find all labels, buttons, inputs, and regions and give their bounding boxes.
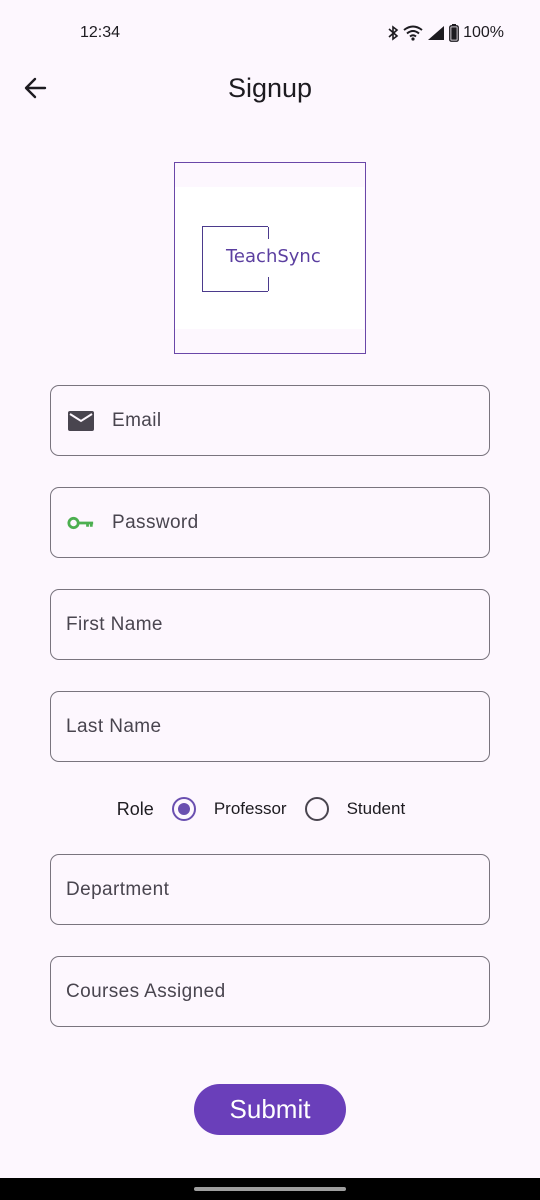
- department-field[interactable]: Department: [50, 854, 490, 925]
- battery-percent: 100%: [463, 24, 504, 41]
- password-field[interactable]: Password: [50, 487, 490, 558]
- wifi-icon: [403, 25, 423, 41]
- last-name-label: Last Name: [66, 715, 162, 737]
- page-title: Signup: [227, 73, 313, 103]
- app-logo: TeachSync: [174, 162, 366, 354]
- courses-assigned-field[interactable]: Courses Assigned: [50, 956, 490, 1027]
- logo-text: TeachSync: [226, 246, 321, 267]
- home-gesture-handle[interactable]: [194, 1187, 346, 1191]
- status-time: 12:34: [80, 24, 121, 41]
- first-name-field[interactable]: First Name: [50, 589, 490, 660]
- status-icons: 100%: [387, 24, 504, 42]
- last-name-field[interactable]: Last Name: [50, 691, 490, 762]
- submit-button[interactable]: Submit: [194, 1084, 346, 1135]
- courses-assigned-label: Courses Assigned: [66, 980, 226, 1002]
- email-field[interactable]: Email: [50, 385, 490, 456]
- status-bar: 12:34 100%: [0, 0, 540, 68]
- key-icon: [67, 509, 95, 537]
- password-label: Password: [112, 511, 199, 533]
- professor-radio[interactable]: [171, 797, 196, 821]
- student-radio[interactable]: [304, 797, 329, 821]
- role-selector: Role Professor Student: [0, 792, 540, 826]
- first-name-label: First Name: [66, 613, 163, 635]
- student-radio-label[interactable]: Student: [347, 799, 406, 819]
- submit-label: Submit: [229, 1094, 311, 1124]
- bluetooth-icon: [387, 25, 399, 41]
- app-bar: Signup: [0, 60, 540, 120]
- department-label: Department: [66, 878, 170, 900]
- signal-icon: [427, 25, 445, 41]
- battery-icon: [449, 24, 459, 42]
- logo-background: TeachSync: [175, 187, 364, 329]
- email-label: Email: [112, 409, 162, 431]
- mail-icon: [67, 407, 95, 435]
- system-nav-bar: [0, 1178, 540, 1200]
- professor-radio-label[interactable]: Professor: [214, 799, 287, 819]
- role-label: Role: [116, 798, 154, 819]
